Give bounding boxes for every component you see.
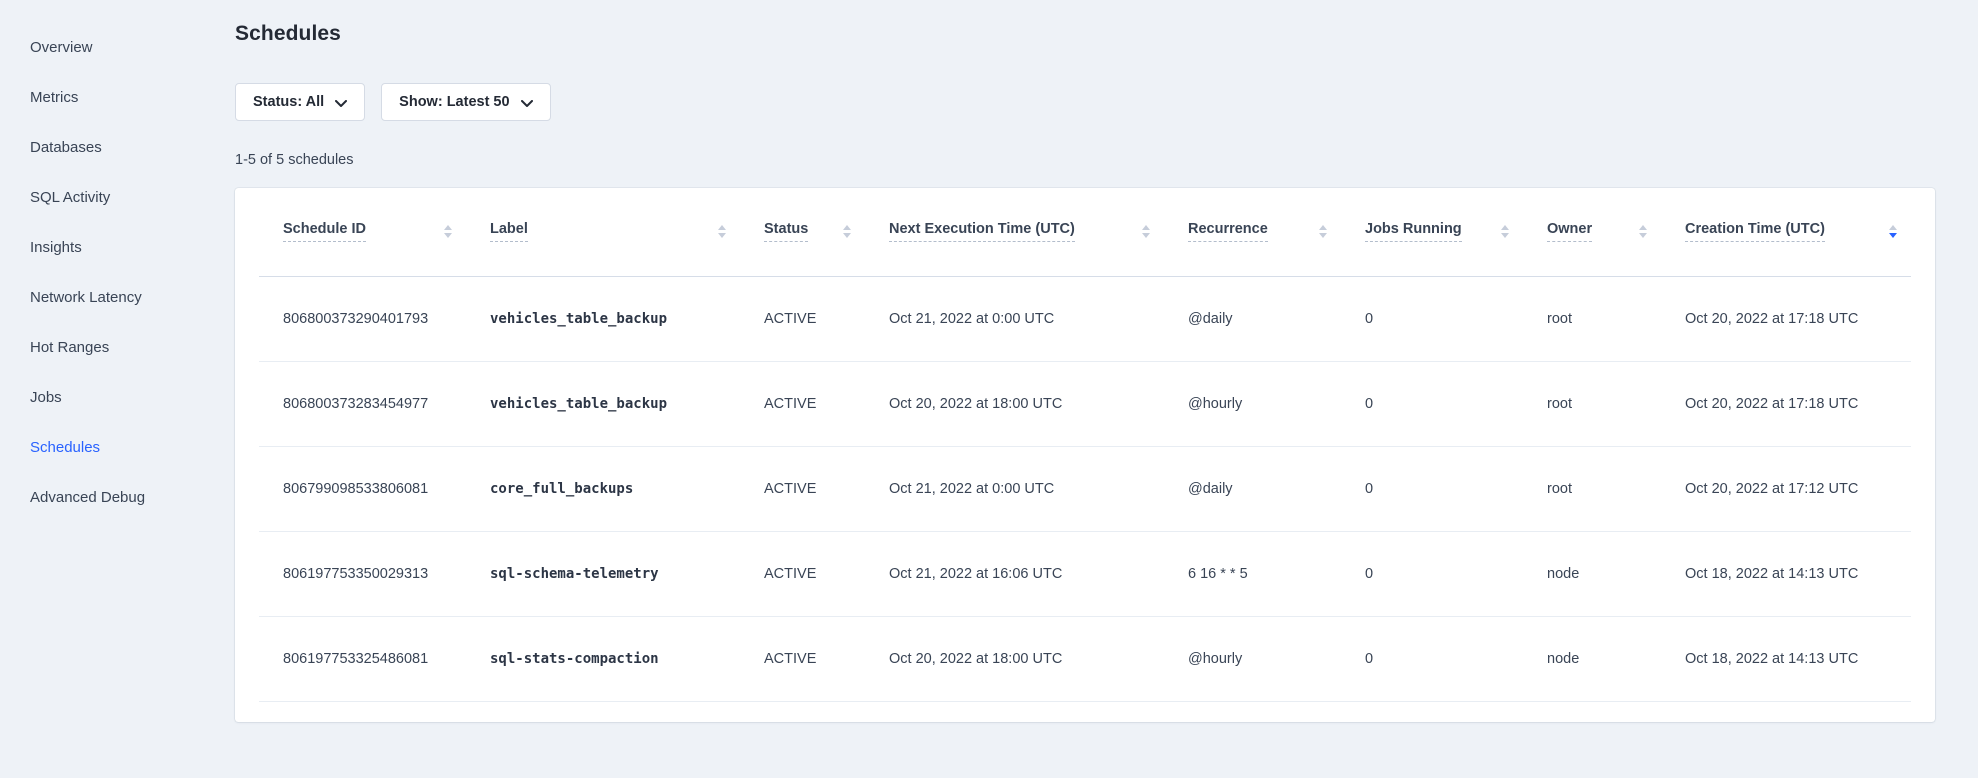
table-row: 806197753325486081sql-stats-compactionAC…: [259, 616, 1911, 701]
cell-owner: node: [1523, 616, 1661, 701]
cell-status: ACTIVE: [740, 361, 865, 446]
column-header-creation_time[interactable]: Creation Time (UTC): [1661, 188, 1911, 276]
cell-status: ACTIVE: [740, 276, 865, 361]
column-header-label[interactable]: Label: [466, 188, 740, 276]
table-row: 806799098533806081core_full_backupsACTIV…: [259, 446, 1911, 531]
sort-icon[interactable]: [1639, 225, 1647, 238]
chevron-down-icon: [521, 100, 533, 107]
cell-recurrence: @daily: [1164, 446, 1341, 531]
sidebar-item-insights[interactable]: Insights: [0, 222, 208, 272]
column-header-recurrence[interactable]: Recurrence: [1164, 188, 1341, 276]
sort-icon[interactable]: [718, 225, 726, 238]
cell-jobs_running: 0: [1341, 361, 1523, 446]
chevron-down-icon: [335, 100, 347, 107]
table-body: 806800373290401793vehicles_table_backupA…: [259, 276, 1911, 701]
sort-icon[interactable]: [843, 225, 851, 238]
column-label-jobs_running: Jobs Running: [1365, 221, 1462, 242]
main-content: Schedules Status: All Show: Latest 50 1-…: [208, 0, 1978, 778]
column-header-next_execution[interactable]: Next Execution Time (UTC): [865, 188, 1164, 276]
cell-label: vehicles_table_backup: [466, 361, 740, 446]
column-header-schedule_id[interactable]: Schedule ID: [259, 188, 466, 276]
cell-schedule_id: 806197753350029313: [259, 531, 466, 616]
sort-icon[interactable]: [444, 225, 452, 238]
cell-recurrence: 6 16 * * 5: [1164, 531, 1341, 616]
cell-schedule_id: 806800373283454977: [259, 361, 466, 446]
sidebar-item-metrics[interactable]: Metrics: [0, 72, 208, 122]
cell-jobs_running: 0: [1341, 531, 1523, 616]
schedules-table-card: Schedule ID Label Status Next Execution Tim…: [235, 188, 1935, 722]
cell-recurrence: @daily: [1164, 276, 1341, 361]
status-filter-dropdown[interactable]: Status: All: [235, 83, 365, 121]
table-row: 806800373290401793vehicles_table_backupA…: [259, 276, 1911, 361]
column-label-next_execution: Next Execution Time (UTC): [889, 221, 1075, 242]
cell-owner: root: [1523, 276, 1661, 361]
sort-icon[interactable]: [1501, 225, 1509, 238]
app-layout: OverviewMetricsDatabasesSQL ActivityInsi…: [0, 0, 1978, 778]
sidebar-item-hot-ranges[interactable]: Hot Ranges: [0, 322, 208, 372]
cell-owner: root: [1523, 446, 1661, 531]
cell-recurrence: @hourly: [1164, 616, 1341, 701]
cell-label: sql-schema-telemetry: [466, 531, 740, 616]
cell-creation_time: Oct 20, 2022 at 17:12 UTC: [1661, 446, 1911, 531]
column-header-status[interactable]: Status: [740, 188, 865, 276]
sort-icon[interactable]: [1319, 225, 1327, 238]
cell-next_execution: Oct 21, 2022 at 0:00 UTC: [865, 276, 1164, 361]
cell-jobs_running: 0: [1341, 616, 1523, 701]
sort-icon[interactable]: [1142, 225, 1150, 238]
cell-owner: root: [1523, 361, 1661, 446]
sort-icon[interactable]: [1889, 225, 1897, 238]
sidebar-item-databases[interactable]: Databases: [0, 122, 208, 172]
cell-label: sql-stats-compaction: [466, 616, 740, 701]
show-filter-label: Show: Latest 50: [399, 94, 509, 110]
cell-label: vehicles_table_backup: [466, 276, 740, 361]
column-label-status: Status: [764, 221, 808, 242]
cell-schedule_id: 806197753325486081: [259, 616, 466, 701]
table-row: 806800373283454977vehicles_table_backupA…: [259, 361, 1911, 446]
sidebar-item-jobs[interactable]: Jobs: [0, 372, 208, 422]
cell-status: ACTIVE: [740, 531, 865, 616]
column-header-jobs_running[interactable]: Jobs Running: [1341, 188, 1523, 276]
column-label-label: Label: [490, 221, 528, 242]
schedules-table: Schedule ID Label Status Next Execution Tim…: [259, 188, 1911, 702]
sidebar-item-sql-activity[interactable]: SQL Activity: [0, 172, 208, 222]
cell-next_execution: Oct 20, 2022 at 18:00 UTC: [865, 616, 1164, 701]
cell-creation_time: Oct 20, 2022 at 17:18 UTC: [1661, 276, 1911, 361]
cell-jobs_running: 0: [1341, 446, 1523, 531]
cell-label: core_full_backups: [466, 446, 740, 531]
filter-bar: Status: All Show: Latest 50: [235, 83, 1935, 121]
cell-next_execution: Oct 20, 2022 at 18:00 UTC: [865, 361, 1164, 446]
sidebar-item-advanced-debug[interactable]: Advanced Debug: [0, 472, 208, 522]
cell-owner: node: [1523, 531, 1661, 616]
sidebar-item-overview[interactable]: Overview: [0, 22, 208, 72]
column-label-owner: Owner: [1547, 221, 1592, 242]
cell-schedule_id: 806799098533806081: [259, 446, 466, 531]
cell-creation_time: Oct 18, 2022 at 14:13 UTC: [1661, 616, 1911, 701]
cell-jobs_running: 0: [1341, 276, 1523, 361]
cell-creation_time: Oct 20, 2022 at 17:18 UTC: [1661, 361, 1911, 446]
column-label-creation_time: Creation Time (UTC): [1685, 221, 1825, 242]
table-row: 806197753350029313sql-schema-telemetryAC…: [259, 531, 1911, 616]
cell-recurrence: @hourly: [1164, 361, 1341, 446]
column-header-owner[interactable]: Owner: [1523, 188, 1661, 276]
table-header-row: Schedule ID Label Status Next Execution Tim…: [259, 188, 1911, 276]
cell-next_execution: Oct 21, 2022 at 0:00 UTC: [865, 446, 1164, 531]
sidebar: OverviewMetricsDatabasesSQL ActivityInsi…: [0, 0, 208, 778]
results-count: 1-5 of 5 schedules: [235, 151, 1935, 170]
cell-next_execution: Oct 21, 2022 at 16:06 UTC: [865, 531, 1164, 616]
sidebar-item-schedules[interactable]: Schedules: [0, 422, 208, 472]
column-label-recurrence: Recurrence: [1188, 221, 1268, 242]
cell-creation_time: Oct 18, 2022 at 14:13 UTC: [1661, 531, 1911, 616]
sidebar-item-network-latency[interactable]: Network Latency: [0, 272, 208, 322]
column-label-schedule_id: Schedule ID: [283, 221, 366, 242]
page-title: Schedules: [235, 20, 1935, 48]
cell-schedule_id: 806800373290401793: [259, 276, 466, 361]
cell-status: ACTIVE: [740, 446, 865, 531]
cell-status: ACTIVE: [740, 616, 865, 701]
show-filter-dropdown[interactable]: Show: Latest 50: [381, 83, 550, 121]
status-filter-label: Status: All: [253, 94, 324, 110]
